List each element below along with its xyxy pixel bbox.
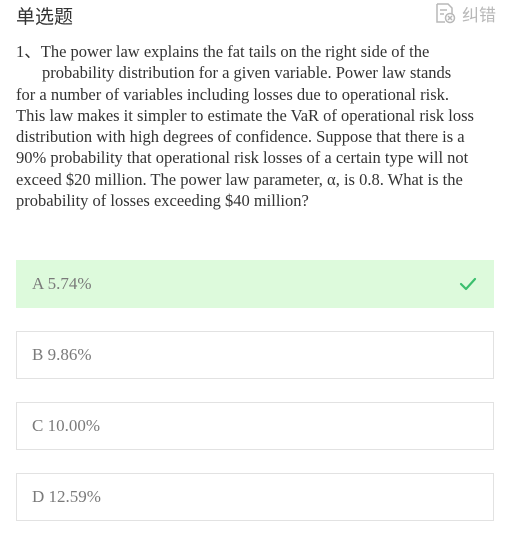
question-text: 1、The power law explains the fat tails o…	[16, 41, 480, 211]
option-a-label: A 5.74%	[32, 274, 92, 293]
question-line-1: The power law explains the fat tails on …	[40, 42, 430, 61]
question-first-line: 1、The power law explains the fat tails o…	[16, 41, 480, 62]
option-c[interactable]: C 10.00%	[16, 402, 494, 450]
option-d[interactable]: D 12.59%	[16, 473, 494, 521]
question-body: for a number of variables including loss…	[16, 84, 474, 211]
report-error-label: 纠错	[462, 5, 496, 26]
option-b-label: B 9.86%	[32, 345, 92, 364]
question-header: 单选题 纠错	[16, 0, 496, 28]
option-a[interactable]: A 5.74%	[16, 260, 494, 308]
option-c-label: C 10.00%	[32, 416, 100, 435]
check-icon	[459, 277, 477, 291]
report-edit-icon	[434, 2, 456, 24]
option-b[interactable]: B 9.86%	[16, 331, 494, 379]
option-d-label: D 12.59%	[32, 487, 101, 506]
question-number: 1、	[16, 42, 41, 61]
report-error-button[interactable]: 纠错	[434, 1, 496, 26]
question-type-title: 单选题	[16, 6, 74, 28]
question-line-2: probability distribution for a given var…	[42, 63, 452, 83]
